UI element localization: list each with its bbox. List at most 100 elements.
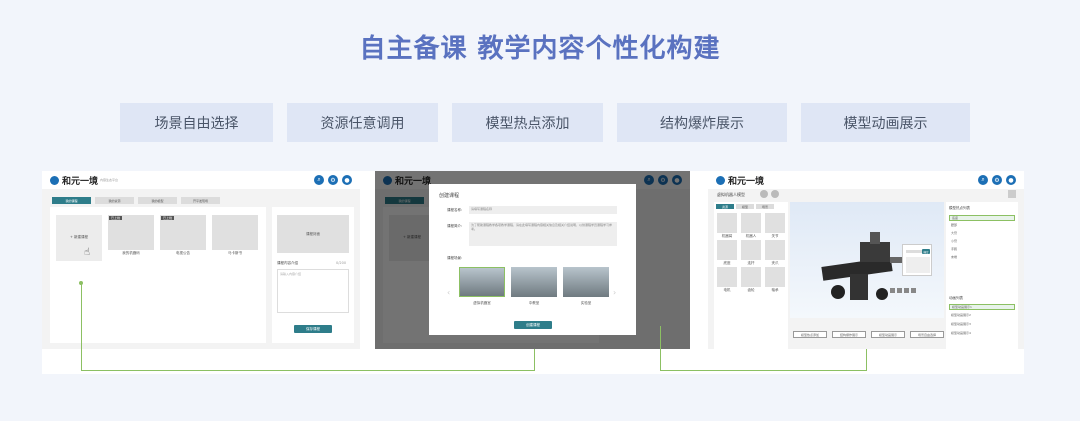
connector-line	[81, 370, 534, 371]
scene-label-3: 实验室	[580, 301, 592, 305]
connector-line	[660, 370, 866, 371]
hand-cursor-icon: ☝	[84, 247, 91, 258]
scene-label-2: 中教室	[528, 301, 540, 305]
resource-item[interactable]	[741, 213, 761, 233]
intro-textarea[interactable]: 请输入内容介绍	[277, 269, 349, 313]
chevron-right-icon[interactable]: ›	[613, 288, 616, 297]
intro-label: 课程内容介绍	[277, 261, 298, 265]
intro-label: 课程简介:	[447, 224, 463, 228]
screenshot-create-course: 和元一境 ⌕ ⚙ ● 我的课程 + 新建课程 创建课程 课程名称: 请填写课程名…	[375, 171, 690, 349]
export-icon[interactable]	[1008, 190, 1016, 198]
popup-confirm-button[interactable]: 确定	[922, 249, 930, 254]
undo-icon[interactable]	[760, 190, 768, 198]
tool-icon[interactable]	[890, 288, 895, 293]
animation-item[interactable]: 模型动画展示1	[949, 304, 1015, 310]
save-course-button[interactable]: 保存课程	[294, 325, 332, 333]
hotspot-item[interactable]: 腰部	[949, 223, 1015, 229]
scene-thumb-2[interactable]	[511, 267, 557, 297]
user-icon[interactable]: ●	[342, 175, 352, 185]
scene-thumb-1[interactable]	[459, 267, 505, 297]
animation-item[interactable]: 模型动画展示2	[949, 313, 1015, 319]
tool-icon[interactable]	[897, 288, 902, 293]
tab-resource[interactable]: 资源	[716, 204, 734, 209]
logo-text: 和元一境	[62, 176, 99, 187]
hotspot-panel: 模型热点列表 底座 腰部 大臂 小臂 手腕 末端 动画列表 模型动画展示1 模型…	[946, 202, 1018, 349]
feature-animation: 模型动画展示	[801, 103, 970, 142]
hotspot-list-title: 模型热点列表	[949, 206, 970, 210]
hotspot-item[interactable]: 手腕	[949, 247, 1015, 253]
create-course-button[interactable]: 创建课程	[514, 321, 552, 329]
resource-label: 底座	[723, 261, 731, 265]
feature-hotspot: 模型热点添加	[452, 103, 603, 142]
connector-line	[81, 283, 82, 370]
resource-label: 夹爪	[771, 261, 779, 265]
animation-list-title: 动画列表	[949, 296, 963, 300]
resource-label: 关节	[771, 234, 779, 238]
course-card-2[interactable]: 已上线	[160, 215, 206, 250]
resource-item[interactable]	[717, 267, 737, 287]
tab-my-courses[interactable]: 我的课程	[52, 197, 91, 204]
resource-item[interactable]	[717, 240, 737, 260]
logo-icon	[716, 175, 725, 185]
hotspot-item[interactable]: 大臂	[949, 231, 1015, 237]
course-intro-input[interactable]: 为了帮助课程教学各项教学课程，请在此填写课程内容相关信息及相关介绍说明，以供课程…	[469, 222, 617, 246]
animation-item[interactable]: 模型动画展示4	[949, 331, 1015, 337]
model-viewport[interactable]: 确定	[790, 202, 944, 318]
tab-my-resources[interactable]: 我的资源	[95, 197, 134, 204]
resource-item[interactable]	[765, 213, 785, 233]
settings-icon[interactable]: ⚙	[992, 175, 1002, 185]
scene-label-1: 虚拟机器室	[473, 301, 491, 305]
resource-item[interactable]	[765, 267, 785, 287]
tab-my-models[interactable]: 我的模型	[138, 197, 177, 204]
resource-label: 齿轮	[747, 288, 755, 292]
tool-icon[interactable]	[911, 288, 916, 293]
logo-subtitle: 内容生态平台	[100, 178, 119, 182]
scene-thumb-3[interactable]	[563, 267, 609, 297]
hotspot-item[interactable]: 末端	[949, 255, 1015, 261]
screenshot-course-list: 和元一境 内容生态平台 ⌕ ⚙ ● 我的课程 我的资源 我的模型 开平发现场 +…	[42, 171, 360, 349]
resource-item[interactable]	[741, 267, 761, 287]
name-label: 课程名称:	[447, 208, 463, 212]
course-card-2-label: 电视公告	[176, 251, 190, 255]
hotspot-item[interactable]: 小臂	[949, 239, 1015, 245]
course-name-input[interactable]: 请填写课程名称	[469, 206, 617, 214]
status-badge: 已上线	[161, 216, 175, 220]
app-header: 和元一境 内容生态平台 ⌕ ⚙ ●	[42, 171, 360, 189]
connector-line	[660, 326, 661, 370]
toolbar-button[interactable]: 场景自由选择	[910, 331, 944, 338]
toolbar-button[interactable]: 结构爆炸展示	[832, 331, 866, 338]
resource-label: 电机	[723, 288, 731, 292]
cover-preview-label: 课程封面	[306, 232, 320, 236]
app-header: 和元一境 ⌕ ⚙ ●	[708, 171, 1024, 189]
tab-scene[interactable]: 场景	[756, 204, 774, 209]
resource-item[interactable]	[717, 213, 737, 233]
course-card-3[interactable]	[212, 215, 258, 250]
tab-discover[interactable]: 开平发现场	[181, 197, 220, 204]
connector-line	[534, 349, 535, 371]
hotspot-item[interactable]: 底座	[949, 215, 1015, 221]
toolbar-button[interactable]: 模型热点添加	[793, 331, 827, 338]
user-icon[interactable]: ●	[1006, 175, 1016, 185]
resource-item[interactable]	[741, 240, 761, 260]
modal-title: 创建课程	[439, 193, 460, 199]
toolbar-button[interactable]: 模型动画展示	[871, 331, 905, 338]
resource-item[interactable]	[765, 240, 785, 260]
cover-preview[interactable]: 课程封面	[277, 215, 349, 253]
search-icon[interactable]: ⌕	[314, 175, 324, 185]
course-detail-panel: 课程封面 课程内容介绍 0/200 请输入内容介绍 保存课程	[272, 207, 354, 343]
tool-icon[interactable]	[904, 288, 909, 293]
settings-icon[interactable]: ⚙	[328, 175, 338, 185]
chevron-left-icon[interactable]: ‹	[447, 288, 450, 297]
create-course-card[interactable]: + 新建课程	[56, 215, 102, 261]
scene-label: 课程场景:	[447, 256, 463, 260]
resource-label: 连杆	[747, 261, 755, 265]
course-card-3-label: 马卡斯书	[228, 251, 242, 255]
screenshot-model-editor: 和元一境 ⌕ ⚙ ● 虚拟机器人模型 资源 模型 场景 机器臂 机器人 关节 底…	[708, 171, 1024, 349]
course-panel: + 新建课程 已上线 我的机器码 已上线 电视公告 马卡斯书 ☝	[50, 207, 266, 343]
course-card-1[interactable]: 已上线	[108, 215, 154, 250]
animation-item[interactable]: 模型动画展示3	[949, 322, 1015, 328]
check-icon[interactable]	[771, 190, 779, 198]
search-icon[interactable]: ⌕	[978, 175, 988, 185]
feature-list: 场景自由选择 资源任意调用 模型热点添加 结构爆炸展示 模型动画展示	[120, 103, 970, 142]
tab-model[interactable]: 模型	[736, 204, 754, 209]
